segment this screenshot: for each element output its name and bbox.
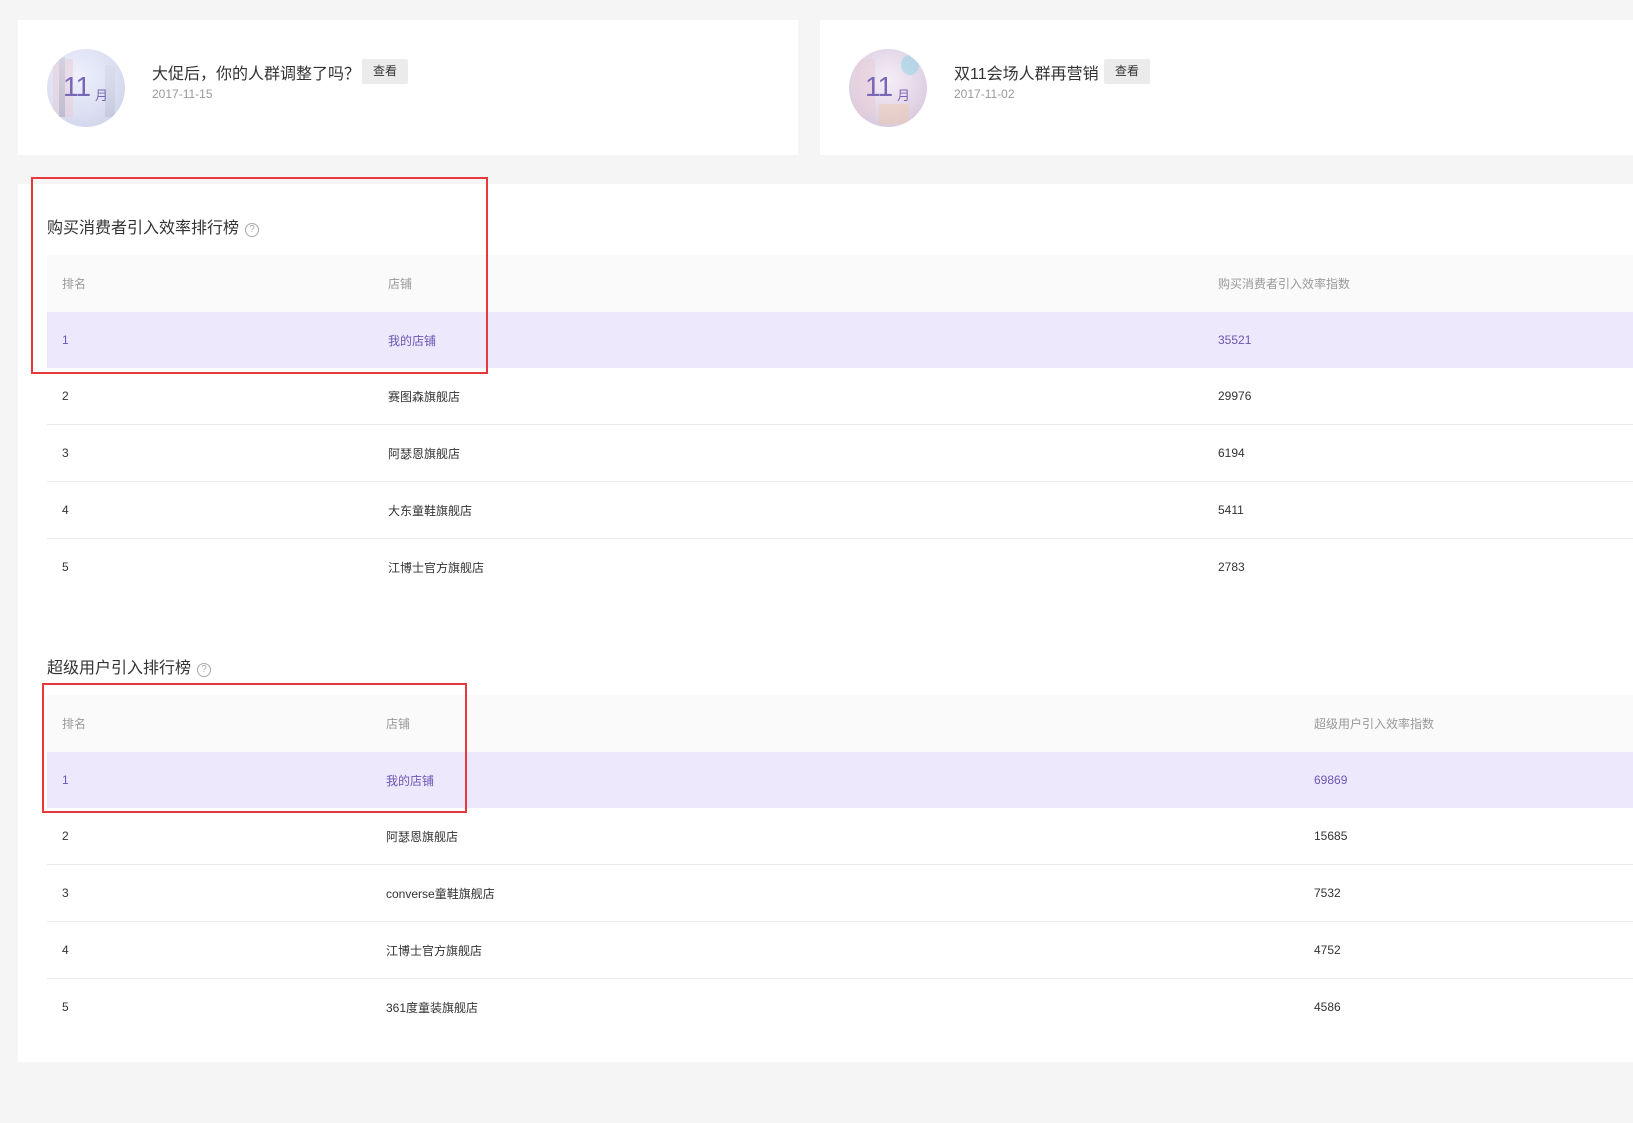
buyers-ranking-title: 购买消费者引入效率排行榜?: [47, 214, 260, 238]
table-row[interactable]: 1 我的店铺 35521: [47, 312, 1633, 368]
month-number: 11: [865, 71, 893, 102]
index-cell: 2783: [1218, 560, 1245, 574]
index-cell: 69869: [1314, 752, 1633, 808]
column-header-shop[interactable]: 店铺: [388, 255, 1218, 312]
column-header-rank[interactable]: 排名: [47, 255, 388, 312]
index-cell: 6194: [1218, 424, 1633, 482]
table-row[interactable]: 4 江博士官方旗舰店 4752: [47, 921, 1633, 979]
month-unit: 月: [95, 88, 109, 103]
index-cell: 5411: [1218, 481, 1633, 539]
rank-cell: 4: [47, 921, 386, 979]
view-button[interactable]: 查看: [362, 59, 409, 84]
article-thumbnail: 11 月: [849, 49, 927, 127]
buyers-ranking-table: 排名 店铺 购买消费者引入效率指数 1 我的店铺 35521 2 赛图森旗舰店 …: [47, 255, 1633, 595]
shop-cell: 阿瑟恩旗舰店: [386, 808, 1314, 865]
table-row[interactable]: 5 361度童装旗舰店 4586: [47, 979, 1633, 1036]
table-row[interactable]: 4 大东童鞋旗舰店 5411: [47, 481, 1633, 539]
buyers-ranking-title-text: 购买消费者引入效率排行榜: [47, 220, 240, 237]
index-cell: 29976: [1218, 368, 1633, 425]
super-users-ranking-title-text: 超级用户引入排行榜: [47, 660, 192, 677]
article-date: 2017-11-15: [152, 87, 213, 101]
index-cell: 35521: [1218, 312, 1633, 368]
index-cell: 15685: [1314, 808, 1633, 865]
rank-cell: 4: [47, 481, 388, 539]
article-thumbnail: 11 月: [47, 49, 125, 127]
help-icon[interactable]: ?: [245, 223, 260, 237]
shop-cell: converse童鞋旗舰店: [386, 864, 1314, 922]
rankings-panel: 购买消费者引入效率排行榜? 排名 店铺 购买消费者引入效率指数 1 我的店铺 3…: [18, 184, 1633, 1062]
column-header-index[interactable]: 超级用户引入效率指数: [1314, 695, 1633, 752]
rank-cell: 5: [62, 560, 69, 574]
column-header-rank[interactable]: 排名: [47, 695, 386, 752]
table-row[interactable]: 2 阿瑟恩旗舰店 15685: [47, 808, 1633, 865]
article-card-1: 11 月 大促后，你的人群调整了吗？ 查看 2017-11-15: [18, 20, 798, 155]
shop-cell: 阿瑟恩旗舰店: [388, 424, 1218, 482]
thumbnail-decor: [901, 55, 919, 75]
super-users-ranking-table: 排名 店铺 超级用户引入效率指数 1 我的店铺 69869 2 阿瑟恩旗舰店 1…: [47, 695, 1633, 1035]
month-number: 11: [63, 71, 91, 102]
article-title: 双11会场人群再营销: [954, 66, 1099, 83]
table-row[interactable]: 1 我的店铺 69869: [47, 752, 1633, 808]
table-row[interactable]: 3 converse童鞋旗舰店 7532: [47, 864, 1633, 922]
index-cell: 4586: [1314, 1000, 1341, 1014]
shop-cell: 我的店铺: [388, 312, 1218, 368]
rank-cell: 5: [62, 1000, 69, 1014]
table-header-row: 排名 店铺 购买消费者引入效率指数: [47, 255, 1633, 312]
rank-cell: 1: [47, 752, 386, 808]
shop-cell: 大东童鞋旗舰店: [388, 481, 1218, 539]
index-cell: 7532: [1314, 864, 1633, 922]
table-row[interactable]: 2 赛图森旗舰店 29976: [47, 368, 1633, 425]
shop-cell: 赛图森旗舰店: [388, 368, 1218, 425]
rank-cell: 1: [47, 312, 388, 368]
view-button[interactable]: 查看: [1104, 59, 1151, 84]
month-unit: 月: [897, 88, 911, 103]
shop-cell: 江博士官方旗舰店: [386, 921, 1314, 979]
thumbnail-decor: [879, 104, 909, 124]
rank-cell: 3: [47, 424, 388, 482]
column-header-index[interactable]: 购买消费者引入效率指数: [1218, 255, 1633, 312]
shop-cell: 361度童装旗舰店: [386, 1000, 479, 1015]
shop-cell: 江博士官方旗舰店: [388, 560, 485, 575]
rank-cell: 3: [47, 864, 386, 922]
index-cell: 4752: [1314, 921, 1633, 979]
article-title: 大促后，你的人群调整了吗？: [152, 66, 361, 83]
table-row[interactable]: 3 阿瑟恩旗舰店 6194: [47, 424, 1633, 482]
column-header-shop[interactable]: 店铺: [386, 695, 1314, 752]
rank-cell: 2: [47, 368, 388, 425]
help-icon[interactable]: ?: [197, 663, 212, 677]
table-header-row: 排名 店铺 超级用户引入效率指数: [47, 695, 1633, 752]
article-card-2: 11 月 双11会场人群再营销 查看 2017-11-02: [820, 20, 1633, 155]
rank-cell: 2: [47, 808, 386, 865]
super-users-ranking-title: 超级用户引入排行榜?: [47, 654, 212, 678]
shop-cell: 我的店铺: [386, 752, 1314, 808]
article-date: 2017-11-02: [954, 87, 1015, 101]
table-row[interactable]: 5 江博士官方旗舰店 2783: [47, 539, 1633, 596]
